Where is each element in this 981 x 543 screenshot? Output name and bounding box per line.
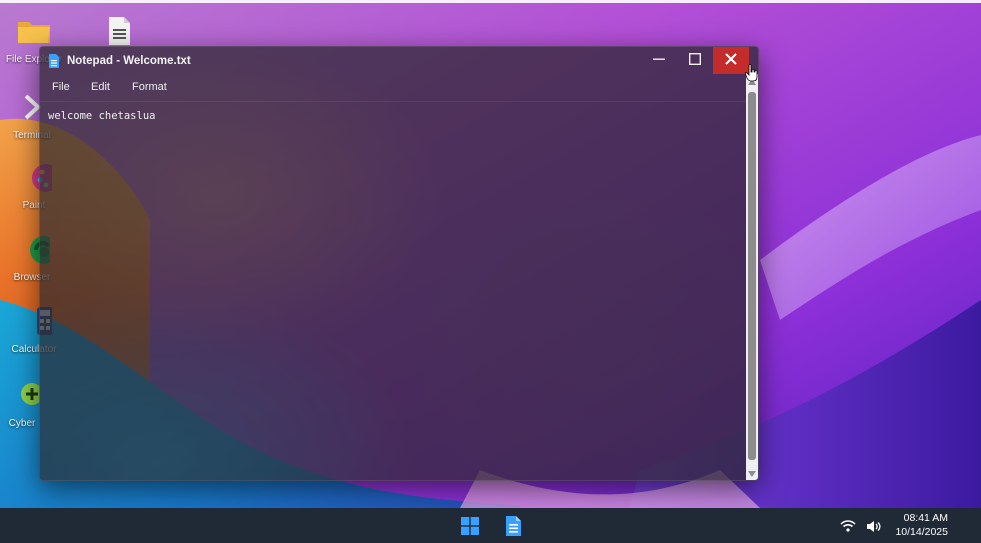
text-editor[interactable]: welcome chetaslua: [48, 110, 155, 122]
menu-edit[interactable]: Edit: [91, 81, 110, 93]
notepad-icon[interactable]: [503, 516, 523, 536]
system-clock[interactable]: 08:41 AM 10/14/2025: [895, 511, 948, 539]
minimize-button[interactable]: [641, 47, 677, 74]
windows-start-icon[interactable]: [460, 516, 480, 536]
hand-cursor-icon: [745, 64, 758, 82]
taskbar: 08:41 AM 10/14/2025: [0, 508, 981, 543]
close-button[interactable]: [713, 47, 749, 74]
plus-icon: [4, 380, 43, 416]
text-file-icon: [48, 53, 60, 68]
scroll-down-icon[interactable]: [748, 471, 756, 477]
menu-bar: File Edit Format: [40, 74, 758, 102]
desktop: File Explorer Terminal Paint Browser Cal…: [0, 0, 981, 543]
menu-format[interactable]: Format: [132, 81, 167, 93]
maximize-icon: [688, 52, 702, 70]
close-icon: [725, 52, 737, 70]
clock-time: 08:41 AM: [903, 512, 948, 524]
volume-icon[interactable]: [866, 520, 882, 533]
wifi-icon[interactable]: [840, 519, 856, 533]
notepad-window[interactable]: Notepad - Welcome.txt File Edit Format w…: [39, 46, 759, 481]
minimize-icon: [653, 52, 665, 70]
menu-file[interactable]: File: [52, 81, 70, 93]
vertical-scrollbar[interactable]: [746, 74, 758, 480]
maximize-button[interactable]: [677, 47, 713, 74]
window-title: Notepad - Welcome.txt: [67, 54, 191, 67]
scroll-thumb[interactable]: [748, 92, 756, 460]
clock-date: 10/14/2025: [895, 526, 948, 538]
